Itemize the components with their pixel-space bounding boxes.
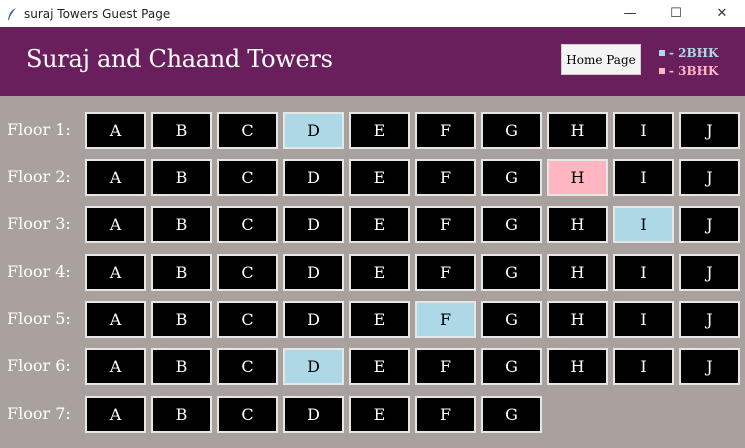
flat-button-floor2-e[interactable]: E — [349, 159, 410, 196]
flat-button-floor7-e[interactable]: E — [349, 396, 410, 433]
floor-label: Floor 1: — [7, 120, 71, 139]
flat-button-floor3-h[interactable]: H — [547, 206, 608, 243]
flat-button-floor2-c[interactable]: C — [217, 159, 278, 196]
flat-button-floor1-j[interactable]: J — [679, 112, 740, 149]
flat-button-floor2-g[interactable]: G — [481, 159, 542, 196]
flat-button-floor7-b[interactable]: B — [151, 396, 212, 433]
flat-button-floor1-d[interactable]: D — [283, 112, 344, 149]
flat-button-floor5-i[interactable]: I — [613, 301, 674, 338]
flat-button-floor6-a[interactable]: A — [85, 348, 146, 385]
minimize-icon[interactable]: — — [607, 0, 653, 27]
floor-label: Floor 2: — [7, 167, 71, 186]
flat-button-floor4-j[interactable]: J — [679, 254, 740, 291]
flat-button-floor2-d[interactable]: D — [283, 159, 344, 196]
flat-button-floor3-d[interactable]: D — [283, 206, 344, 243]
flat-button-floor2-h[interactable]: H — [547, 159, 608, 196]
flat-button-floor5-e[interactable]: E — [349, 301, 410, 338]
flat-button-floor6-b[interactable]: B — [151, 348, 212, 385]
flat-button-floor6-c[interactable]: C — [217, 348, 278, 385]
window-titlebar: suraj Towers Guest Page — ☐ ✕ — [0, 0, 745, 27]
flat-button-floor5-j[interactable]: J — [679, 301, 740, 338]
flat-button-floor6-i[interactable]: I — [613, 348, 674, 385]
flat-button-floor5-b[interactable]: B — [151, 301, 212, 338]
flat-button-floor6-e[interactable]: E — [349, 348, 410, 385]
flat-button-floor7-d[interactable]: D — [283, 396, 344, 433]
flat-button-floor3-j[interactable]: J — [679, 206, 740, 243]
flat-button-floor1-e[interactable]: E — [349, 112, 410, 149]
feather-icon — [4, 6, 20, 22]
flat-button-floor4-i[interactable]: I — [613, 254, 674, 291]
flat-button-floor6-j[interactable]: J — [679, 348, 740, 385]
flat-button-floor2-b[interactable]: B — [151, 159, 212, 196]
legend-label-3bhk: - 3BHK — [669, 64, 719, 78]
legend-swatch-2bhk — [659, 50, 665, 56]
floor-label: Floor 6: — [7, 356, 71, 375]
home-page-button[interactable]: Home Page — [561, 44, 641, 75]
flat-button-floor3-b[interactable]: B — [151, 206, 212, 243]
flat-button-floor4-a[interactable]: A — [85, 254, 146, 291]
flat-button-floor7-c[interactable]: C — [217, 396, 278, 433]
floor-label: Floor 5: — [7, 309, 71, 328]
flat-button-floor2-f[interactable]: F — [415, 159, 476, 196]
flat-button-floor7-g[interactable]: G — [481, 396, 542, 433]
window-controls: — ☐ ✕ — [607, 0, 745, 27]
maximize-icon[interactable]: ☐ — [653, 0, 699, 27]
close-icon[interactable]: ✕ — [699, 0, 745, 27]
floor-label: Floor 3: — [7, 214, 71, 233]
flat-button-floor5-f[interactable]: F — [415, 301, 476, 338]
flat-button-floor2-a[interactable]: A — [85, 159, 146, 196]
flat-button-floor1-f[interactable]: F — [415, 112, 476, 149]
flat-button-floor5-c[interactable]: C — [217, 301, 278, 338]
legend-swatch-3bhk — [659, 68, 665, 74]
flat-button-floor3-c[interactable]: C — [217, 206, 278, 243]
flat-button-floor3-i[interactable]: I — [613, 206, 674, 243]
floor-label: Floor 4: — [7, 262, 71, 281]
floor-label: Floor 7: — [7, 404, 71, 423]
flat-button-floor4-d[interactable]: D — [283, 254, 344, 291]
flat-button-floor3-e[interactable]: E — [349, 206, 410, 243]
page-title: Suraj and Chaand Towers — [26, 45, 333, 73]
flat-button-floor1-g[interactable]: G — [481, 112, 542, 149]
flat-button-floor4-f[interactable]: F — [415, 254, 476, 291]
flat-button-floor4-e[interactable]: E — [349, 254, 410, 291]
flat-button-floor6-d[interactable]: D — [283, 348, 344, 385]
flat-button-floor5-d[interactable]: D — [283, 301, 344, 338]
flat-button-floor3-g[interactable]: G — [481, 206, 542, 243]
flat-button-floor3-f[interactable]: F — [415, 206, 476, 243]
flat-button-floor1-a[interactable]: A — [85, 112, 146, 149]
flat-button-floor1-c[interactable]: C — [217, 112, 278, 149]
flat-button-floor7-f[interactable]: F — [415, 396, 476, 433]
flat-button-floor2-i[interactable]: I — [613, 159, 674, 196]
flat-button-floor2-j[interactable]: J — [679, 159, 740, 196]
flat-button-floor7-a[interactable]: A — [85, 396, 146, 433]
flat-button-floor1-b[interactable]: B — [151, 112, 212, 149]
legend-2bhk: - 2BHK — [659, 46, 718, 60]
flat-button-floor4-b[interactable]: B — [151, 254, 212, 291]
flat-button-floor6-g[interactable]: G — [481, 348, 542, 385]
flat-button-floor4-h[interactable]: H — [547, 254, 608, 291]
flat-button-floor6-h[interactable]: H — [547, 348, 608, 385]
flat-button-floor5-a[interactable]: A — [85, 301, 146, 338]
flat-button-floor6-f[interactable]: F — [415, 348, 476, 385]
flat-button-floor4-g[interactable]: G — [481, 254, 542, 291]
flat-button-floor1-i[interactable]: I — [613, 112, 674, 149]
flat-button-floor3-a[interactable]: A — [85, 206, 146, 243]
legend-3bhk: - 3BHK — [659, 64, 718, 78]
flat-button-floor4-c[interactable]: C — [217, 254, 278, 291]
flat-button-floor5-g[interactable]: G — [481, 301, 542, 338]
flat-button-floor1-h[interactable]: H — [547, 112, 608, 149]
flat-button-floor5-h[interactable]: H — [547, 301, 608, 338]
legend-label-2bhk: - 2BHK — [669, 46, 719, 60]
window-title: suraj Towers Guest Page — [24, 6, 171, 21]
